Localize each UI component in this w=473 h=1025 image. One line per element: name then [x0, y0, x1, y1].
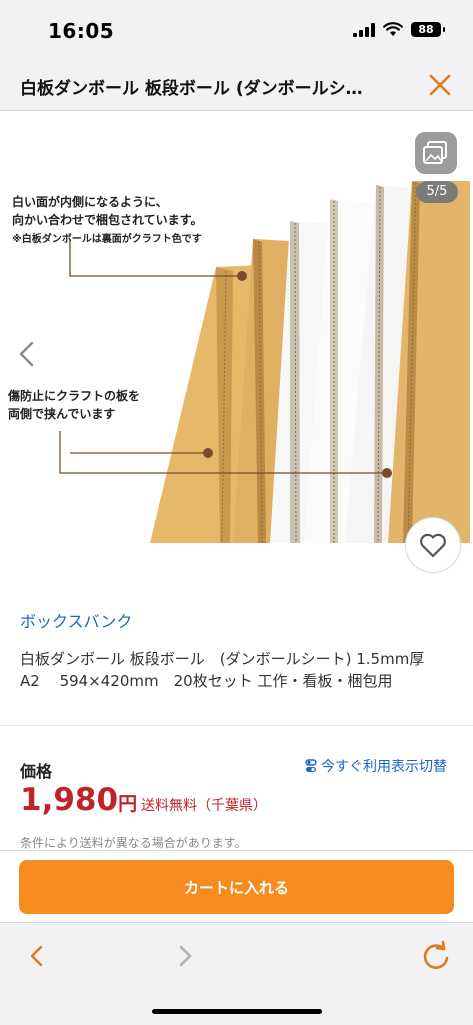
home-indicator [152, 1009, 322, 1014]
reload-icon[interactable] [420, 939, 452, 973]
annotation-mid-2: 両側で挟んでいます [8, 407, 116, 421]
cart-bar: カートに入れる [0, 850, 473, 923]
status-time: 16:05 [48, 19, 115, 43]
divider [0, 725, 473, 726]
price: 1,980円 [20, 782, 137, 818]
annotation-mid-1: 傷防止にクラフトの板を [8, 389, 141, 403]
close-icon[interactable] [427, 72, 453, 98]
display-toggle-link[interactable]: 今すぐ利用表示切替 [305, 756, 447, 776]
toggle-icon [305, 759, 317, 772]
price-label: 価格 [20, 762, 53, 781]
store-link[interactable]: ボックスバンク [20, 608, 132, 632]
display-toggle-label: 今すぐ利用表示切替 [321, 759, 447, 775]
page-title: 白板ダンボール 板段ボール (ダンボールシ… [20, 79, 363, 99]
shipping-info: 送料無料（千葉県） [141, 798, 267, 814]
product-image [59, 181, 470, 544]
heart-icon [420, 533, 446, 558]
status-bar: 16:05 88 [0, 0, 473, 62]
shipping-note: 条件により送料が異なる場合があります。 [20, 836, 247, 850]
gallery-icon[interactable] [415, 132, 457, 174]
annotation-top-1: 白い面が内側になるように、 [12, 195, 168, 209]
price-currency: 円 [118, 793, 138, 815]
annotation-top-2: 向かい合わせで梱包されています。 [12, 213, 203, 227]
chevron-left-icon[interactable] [14, 339, 38, 369]
image-counter: 5/5 [416, 181, 458, 203]
forward-icon[interactable] [174, 943, 196, 969]
page-header: 白板ダンボール 板段ボール (ダンボールシ… [0, 62, 473, 111]
back-icon[interactable] [26, 943, 48, 969]
product-title: 白板ダンボール 板段ボール (ダンボールシート) 1.5mm厚 A2 594×4… [20, 650, 440, 690]
annotation-top-3: ※白板ダンボールは裏面がクラフト色です [12, 234, 202, 245]
add-to-cart-button[interactable]: カートに入れる [19, 860, 454, 914]
price-amount: 1,980 [20, 782, 119, 818]
product-image-gallery[interactable]: 白い面が内側になるように、 向かい合わせで梱包されています。 ※白板ダンボールは… [0, 111, 473, 593]
battery-icon: 88 [411, 22, 445, 37]
signal-icon [353, 22, 375, 37]
favorite-button[interactable] [405, 517, 461, 573]
status-icons: 88 [353, 22, 445, 37]
browser-toolbar [0, 922, 473, 1025]
wifi-icon [383, 22, 403, 36]
